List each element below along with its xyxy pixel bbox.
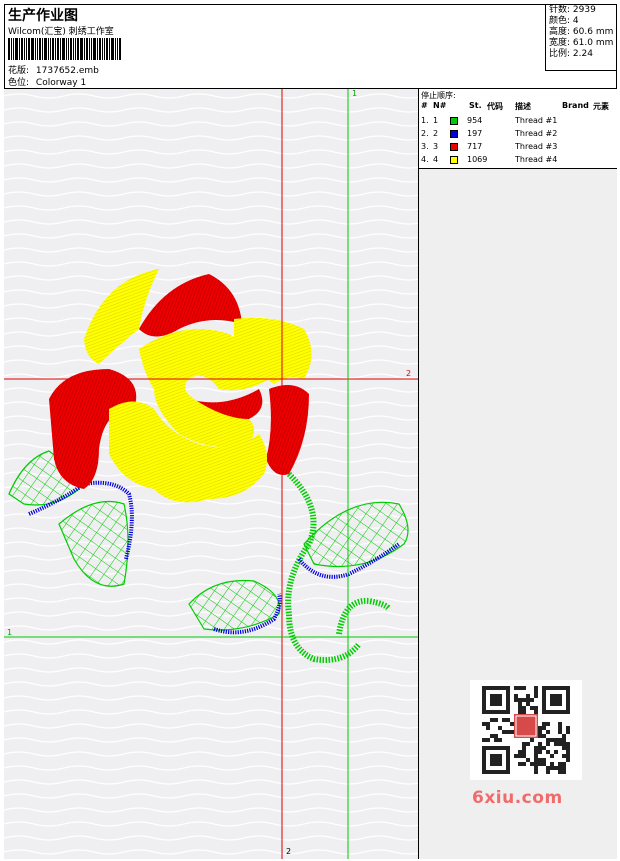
col-element: 元素 [593,102,609,111]
design-canvas: 1 2 1 2 [4,89,419,859]
table-row: 2. 2 197 Thread #2 [421,129,558,138]
stat-stitches: 针数: 2939 [549,5,596,15]
guide-mark-top: 1 [352,89,358,98]
table-row: 4. 4 1069 Thread #4 [421,155,558,164]
table-row: 1. 1 954 Thread #1 [421,116,558,125]
col-desc: 描述 [515,102,531,111]
colorway-label: 色位: [8,78,30,88]
stat-width: 宽度: 61.0 mm [549,38,614,48]
thread-swatch [450,117,458,125]
header: 生产作业图 Wilcom(汇宝) 刺绣工作室 花版: 1737652.emb 色… [4,4,617,89]
site-logo: 6xiu.com [472,788,563,808]
thread-swatch [450,130,458,138]
design-stats: 针数: 2939 颜色: 4 高度: 60.6 mm 宽度: 61.0 mm 比… [545,4,617,71]
stat-scale: 比例: 2.24 [549,49,593,59]
col-num: # [421,101,428,110]
guide-mark-bottom: 2 [286,847,292,856]
stop-sequence-title: 停止顺序: [421,91,456,100]
stat-colors: 颜色: 4 [549,16,579,26]
thread-swatch [450,156,458,164]
barcode [8,38,144,60]
col-stitches: St. [469,101,482,110]
col-n: N# [433,101,447,110]
embroidery-preview [4,89,418,859]
table-row: 3. 3 717 Thread #3 [421,142,558,151]
guide-mark-left: 1 [7,628,13,637]
colorway-row: 色位: Colorway 1 [8,75,86,88]
page-title: 生产作业图 [8,8,78,24]
thread-swatch [450,143,458,151]
col-code: 代码 [487,102,503,111]
stop-sequence-table: 停止顺序: # N# St. 代码 描述 Brand 元素 1. 1 954 T… [419,89,617,169]
stat-height: 高度: 60.6 mm [549,27,614,37]
colorway-name: Colorway 1 [35,78,87,88]
col-brand: Brand [562,101,589,110]
studio-name: Wilcom(汇宝) 刺绣工作室 [8,27,114,37]
seal-icon [514,714,538,738]
qr-code [470,680,582,780]
guide-mark-right: 2 [406,369,412,378]
